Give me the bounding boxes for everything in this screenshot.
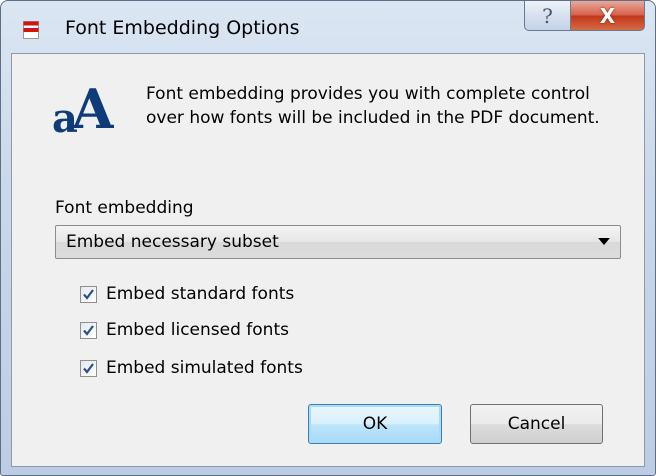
help-button[interactable]: ?: [524, 1, 571, 31]
title-bar[interactable]: Font Embedding Options ? X: [1, 1, 655, 53]
dropdown-arrow-icon: [598, 238, 610, 245]
embed-simulated-fonts-checkbox[interactable]: [80, 360, 97, 377]
window-title: Font Embedding Options: [65, 17, 300, 39]
font-embedding-label: Font embedding: [55, 198, 194, 218]
checkmark-icon: [83, 325, 94, 336]
embed-simulated-fonts-label[interactable]: Embed simulated fonts: [106, 358, 303, 378]
embed-standard-fonts-checkbox[interactable]: [80, 286, 97, 303]
embed-licensed-fonts-label[interactable]: Embed licensed fonts: [106, 320, 289, 340]
app-icon-large-glyph: A: [71, 82, 114, 136]
dialog-body: a A Font embedding provides you with com…: [11, 53, 645, 467]
embed-standard-fonts-label[interactable]: Embed standard fonts: [106, 284, 294, 304]
dialog-window: Font Embedding Options ? X a A Font embe…: [0, 0, 656, 476]
cancel-button[interactable]: Cancel: [470, 404, 603, 444]
font-aA-icon: a A: [52, 82, 114, 136]
embed-licensed-fonts-checkbox[interactable]: [80, 322, 97, 339]
description-text: Font embedding provides you with complet…: [146, 84, 600, 128]
question-mark-icon: ?: [542, 3, 553, 28]
ok-button[interactable]: OK: [308, 404, 442, 444]
pdf-document-icon: [23, 21, 39, 39]
font-embedding-selected-value: Embed necessary subset: [66, 232, 279, 252]
close-icon: X: [599, 3, 616, 28]
font-embedding-dropdown[interactable]: Embed necessary subset: [55, 225, 621, 259]
checkmark-icon: [83, 363, 94, 374]
checkmark-icon: [83, 289, 94, 300]
close-button[interactable]: X: [570, 1, 645, 31]
